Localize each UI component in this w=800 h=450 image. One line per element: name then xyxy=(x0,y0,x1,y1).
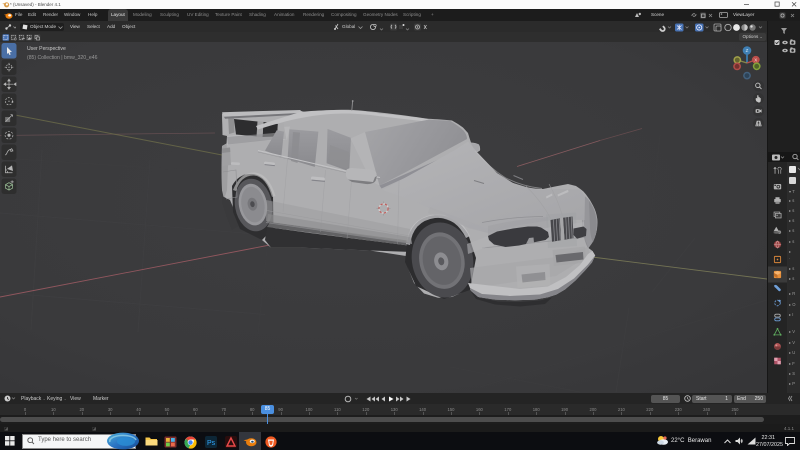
svg-text:User Perspective: User Perspective xyxy=(27,46,66,52)
svg-text:▸ V: ▸ V xyxy=(789,329,795,334)
svg-text:▸ F: ▸ F xyxy=(789,361,795,366)
svg-text:▸ s: ▸ s xyxy=(789,218,794,223)
svg-text:▸ P: ▸ P xyxy=(789,381,795,386)
svg-text:▸ R: ▸ R xyxy=(789,291,795,296)
svg-text:▸ s: ▸ s xyxy=(789,276,794,281)
svg-text:▸ V: ▸ V xyxy=(789,340,795,345)
svg-text:▸ U: ▸ U xyxy=(789,350,795,355)
svg-text:▸ s: ▸ s xyxy=(789,228,794,233)
svg-text:▸ s: ▸ s xyxy=(789,198,794,203)
svg-text:▸ S: ▸ S xyxy=(789,371,795,376)
svg-text:X: X xyxy=(754,58,757,63)
svg-text:Ps: Ps xyxy=(207,440,216,447)
svg-text:▸ O: ▸ O xyxy=(789,302,796,307)
svg-text:▸ s: ▸ s xyxy=(789,208,794,213)
svg-text:▸: ▸ xyxy=(789,249,791,254)
svg-text:▸ s: ▸ s xyxy=(789,239,794,244)
svg-text:▾ T: ▾ T xyxy=(789,189,795,194)
svg-text:▸ s: ▸ s xyxy=(789,266,794,271)
svg-text:·: · xyxy=(789,256,790,261)
svg-text:Z: Z xyxy=(746,48,749,53)
svg-text:▸ I: ▸ I xyxy=(789,312,793,317)
svg-text:(85) Collection | bmw_320_e46: (85) Collection | bmw_320_e46 xyxy=(27,55,98,61)
